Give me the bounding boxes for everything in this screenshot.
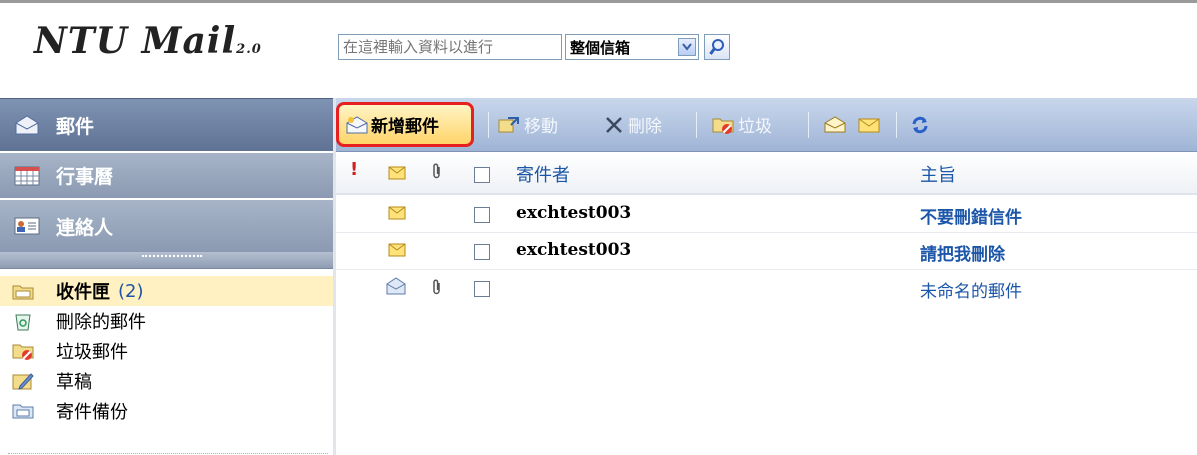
chevron-down-icon[interactable] xyxy=(678,38,696,56)
subject-column-header[interactable]: 主旨 xyxy=(920,161,956,187)
move-label: 移動 xyxy=(524,117,558,137)
junk-folder-icon xyxy=(12,344,34,360)
folder-deleted[interactable]: 刪除的郵件 xyxy=(0,306,333,336)
message-sender: exchtest003 xyxy=(516,240,632,260)
folder-sent[interactable]: 寄件備份 xyxy=(0,396,333,426)
toolbar: 新增郵件 移動 刪除 垃圾 xyxy=(336,98,1197,152)
move-button[interactable]: 移動 xyxy=(498,98,558,151)
refresh-icon xyxy=(912,116,928,133)
junk-label: 垃圾 xyxy=(738,117,772,137)
folder-junk-label: 垃圾郵件 xyxy=(56,342,128,363)
paperclip-icon xyxy=(433,163,440,179)
read-envelope-icon xyxy=(386,277,406,300)
nav-splitter-handle[interactable] xyxy=(0,252,333,269)
mail-envelope-icon xyxy=(15,115,39,135)
delete-x-icon xyxy=(606,116,622,133)
search-input[interactable] xyxy=(338,34,562,60)
junk-button[interactable]: 垃圾 xyxy=(712,98,772,151)
drafts-icon xyxy=(12,373,34,390)
sent-items-icon xyxy=(12,404,34,419)
message-sender: exchtest003 xyxy=(516,203,632,223)
folder-inbox[interactable]: 收件匣 (2) xyxy=(0,276,333,306)
app-logo: NTU Mail2.0 xyxy=(34,20,262,62)
search-button[interactable] xyxy=(704,34,730,60)
search-scope-select[interactable]: 整個信箱 xyxy=(565,34,699,60)
new-mail-button[interactable]: 新增郵件 xyxy=(336,102,474,147)
folder-drafts-label: 草稿 xyxy=(56,372,92,393)
nav-mail[interactable]: 郵件 xyxy=(0,98,333,151)
delete-label: 刪除 xyxy=(628,117,662,137)
folder-list: 收件匣 (2) 刪除的郵件 垃圾郵件 草稿 寄件備份 xyxy=(0,276,333,426)
folder-junk[interactable]: 垃圾郵件 xyxy=(0,336,333,366)
toolbar-divider xyxy=(896,112,897,138)
closed-envelope-icon xyxy=(858,118,880,132)
message-row[interactable]: exchtest003 請把我刪除 xyxy=(336,233,1197,270)
message-subject[interactable]: 請把我刪除 xyxy=(920,240,1005,265)
nav-calendar[interactable]: 行事曆 xyxy=(0,153,333,198)
message-row[interactable]: 未命名的郵件 xyxy=(336,270,1197,306)
nav-contacts[interactable]: 連絡人 xyxy=(0,200,333,252)
mark-unread-button[interactable] xyxy=(858,98,880,151)
move-icon xyxy=(498,116,519,132)
divider xyxy=(8,453,328,454)
from-column-header[interactable]: 寄件者 xyxy=(516,161,570,187)
folder-drafts[interactable]: 草稿 xyxy=(0,366,333,396)
open-envelope-icon xyxy=(824,115,846,132)
select-all-checkbox[interactable] xyxy=(474,167,490,183)
unread-envelope-icon xyxy=(388,205,406,225)
nav-mail-label: 郵件 xyxy=(56,115,95,138)
refresh-button[interactable] xyxy=(910,98,930,151)
nav-calendar-label: 行事曆 xyxy=(56,166,114,188)
message-checkbox[interactable] xyxy=(474,244,490,260)
importance-column-header[interactable]: ! xyxy=(350,159,358,180)
contacts-card-icon xyxy=(14,217,40,235)
mark-read-button[interactable] xyxy=(824,98,846,151)
junk-icon xyxy=(712,118,734,134)
envelope-icon xyxy=(388,166,406,180)
toolbar-divider xyxy=(808,112,809,138)
inbox-folder-icon xyxy=(12,285,34,300)
toolbar-divider xyxy=(488,112,489,138)
new-mail-label: 新增郵件 xyxy=(371,117,439,137)
message-row[interactable]: exchtest003 不要刪錯信件 xyxy=(336,196,1197,233)
message-subject[interactable]: 未命名的郵件 xyxy=(920,277,1022,302)
search-icon xyxy=(709,39,724,55)
folder-inbox-label: 收件匣 xyxy=(56,282,110,303)
message-checkbox[interactable] xyxy=(474,207,490,223)
top-border xyxy=(0,0,1197,3)
unread-count: (2) xyxy=(118,280,144,302)
new-mail-icon xyxy=(346,115,368,133)
message-list-header: ! 寄件者 主旨 xyxy=(336,153,1197,195)
folder-sent-label: 寄件備份 xyxy=(56,402,128,423)
toolbar-divider xyxy=(696,112,697,138)
delete-button[interactable]: 刪除 xyxy=(604,98,662,151)
message-checkbox[interactable] xyxy=(474,281,490,297)
paperclip-icon xyxy=(432,279,442,300)
recycle-bin-icon xyxy=(15,314,31,331)
unread-envelope-icon xyxy=(388,242,406,262)
attachment-column-icon[interactable] xyxy=(432,163,442,184)
calendar-icon xyxy=(14,166,40,185)
message-subject[interactable]: 不要刪錯信件 xyxy=(920,203,1022,228)
folder-deleted-label: 刪除的郵件 xyxy=(56,312,146,333)
read-status-column-icon[interactable] xyxy=(388,164,406,185)
nav-contacts-label: 連絡人 xyxy=(56,216,114,239)
search-scope-value: 整個信箱 xyxy=(570,38,631,57)
